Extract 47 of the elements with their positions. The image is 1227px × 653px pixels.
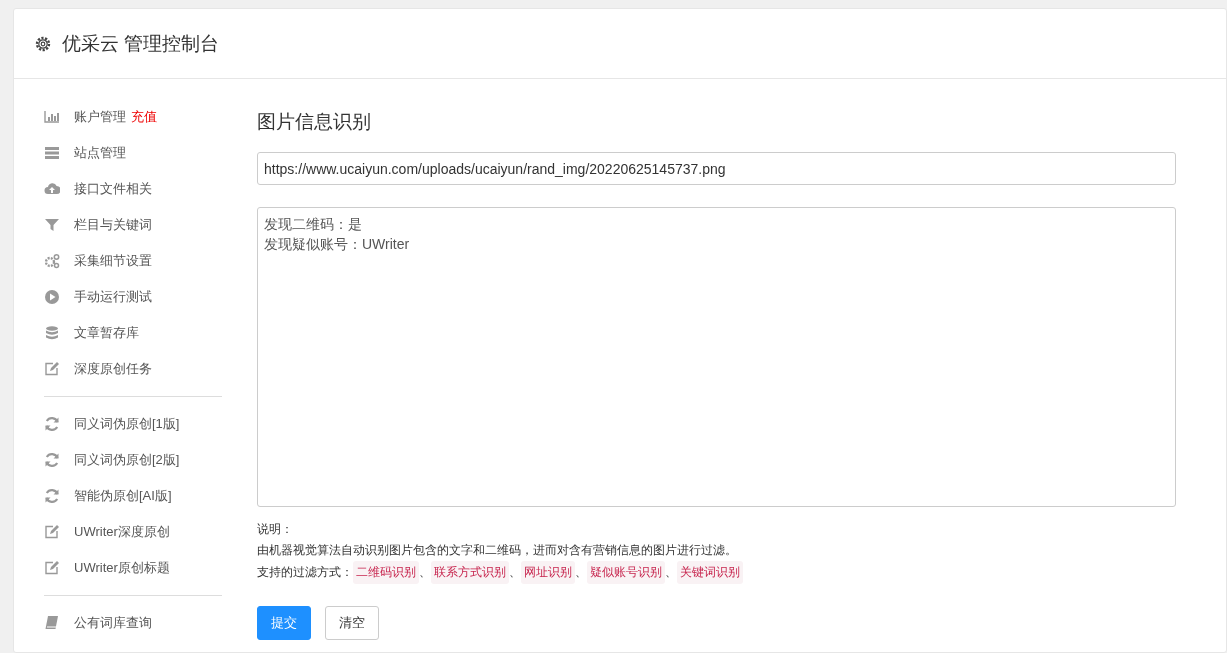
play-icon	[44, 289, 60, 305]
console-title: 优采云 管理控制台	[62, 31, 220, 56]
separator-text: 、	[509, 564, 521, 581]
settings-icon	[34, 34, 52, 53]
filter-method-tag: 疑似账号识别	[587, 561, 665, 584]
separator-text: 、	[575, 564, 587, 581]
sidebar-item[interactable]: 采集细节设置	[74, 252, 152, 270]
clear-button[interactable]: 清空	[325, 606, 379, 640]
edit-icon	[44, 560, 60, 576]
result-line: 发现疑似账号：UWriter	[264, 235, 411, 254]
sidebar-item[interactable]: 深度原创任务	[74, 360, 152, 378]
refresh-icon	[44, 452, 60, 468]
sidebar-item[interactable]: 手动运行测试	[74, 288, 152, 306]
sidebar-item[interactable]: UWriter原创标题	[74, 559, 170, 577]
book-icon	[44, 615, 60, 631]
edit-icon	[44, 524, 60, 540]
page-heading: 图片信息识别	[257, 110, 372, 134]
result-line: 发现二维码：是	[264, 215, 363, 234]
sidebar-item[interactable]: UWriter深度原创	[74, 523, 170, 541]
cloud-upload-icon	[44, 181, 60, 197]
edit-icon	[44, 361, 60, 377]
separator-text: 、	[419, 564, 431, 581]
sidebar-item[interactable]: 同义词伪原创[2版]	[74, 451, 180, 469]
filter-method-tag: 关键词识别	[677, 561, 743, 584]
sidebar-item[interactable]: 站点管理	[74, 144, 126, 162]
methods-label: 支持的过滤方式：	[257, 564, 353, 581]
sidebar-item[interactable]: 接口文件相关	[74, 180, 152, 198]
sidebar-item[interactable]: 栏目与关键词	[74, 216, 152, 234]
bar-chart-icon	[44, 109, 60, 125]
sidebar-item[interactable]: 公有词库查询	[74, 614, 152, 632]
note-text: 由机器视觉算法自动识别图片包含的文字和二维码，进而对含有营销信息的图片进行过滤。	[257, 542, 738, 559]
image-url-field[interactable]: https://www.ucaiyun.com/uploads/ucaiyun/rand_img/20220625145737.png	[257, 152, 1176, 185]
sidebar-item[interactable]: 智能伪原创[AI版]	[74, 487, 172, 505]
filter-method-tag: 二维码识别	[353, 561, 419, 584]
refresh-icon	[44, 488, 60, 504]
database-icon	[44, 325, 60, 341]
sidebar-item[interactable]: 账户管理	[74, 108, 126, 126]
note-title: 说明：	[257, 521, 294, 538]
server-icon	[44, 145, 60, 161]
filter-icon	[44, 217, 60, 233]
sidebar-item[interactable]: 同义词伪原创[1版]	[74, 415, 180, 433]
sidebar-item[interactable]: 文章暂存库	[74, 324, 139, 342]
filter-method-tag: 网址识别	[521, 561, 575, 584]
refresh-icon	[44, 416, 60, 432]
separator-text: 、	[665, 564, 677, 581]
recharge-link[interactable]: 充值	[131, 108, 157, 126]
filter-method-tag: 联系方式识别	[431, 561, 509, 584]
